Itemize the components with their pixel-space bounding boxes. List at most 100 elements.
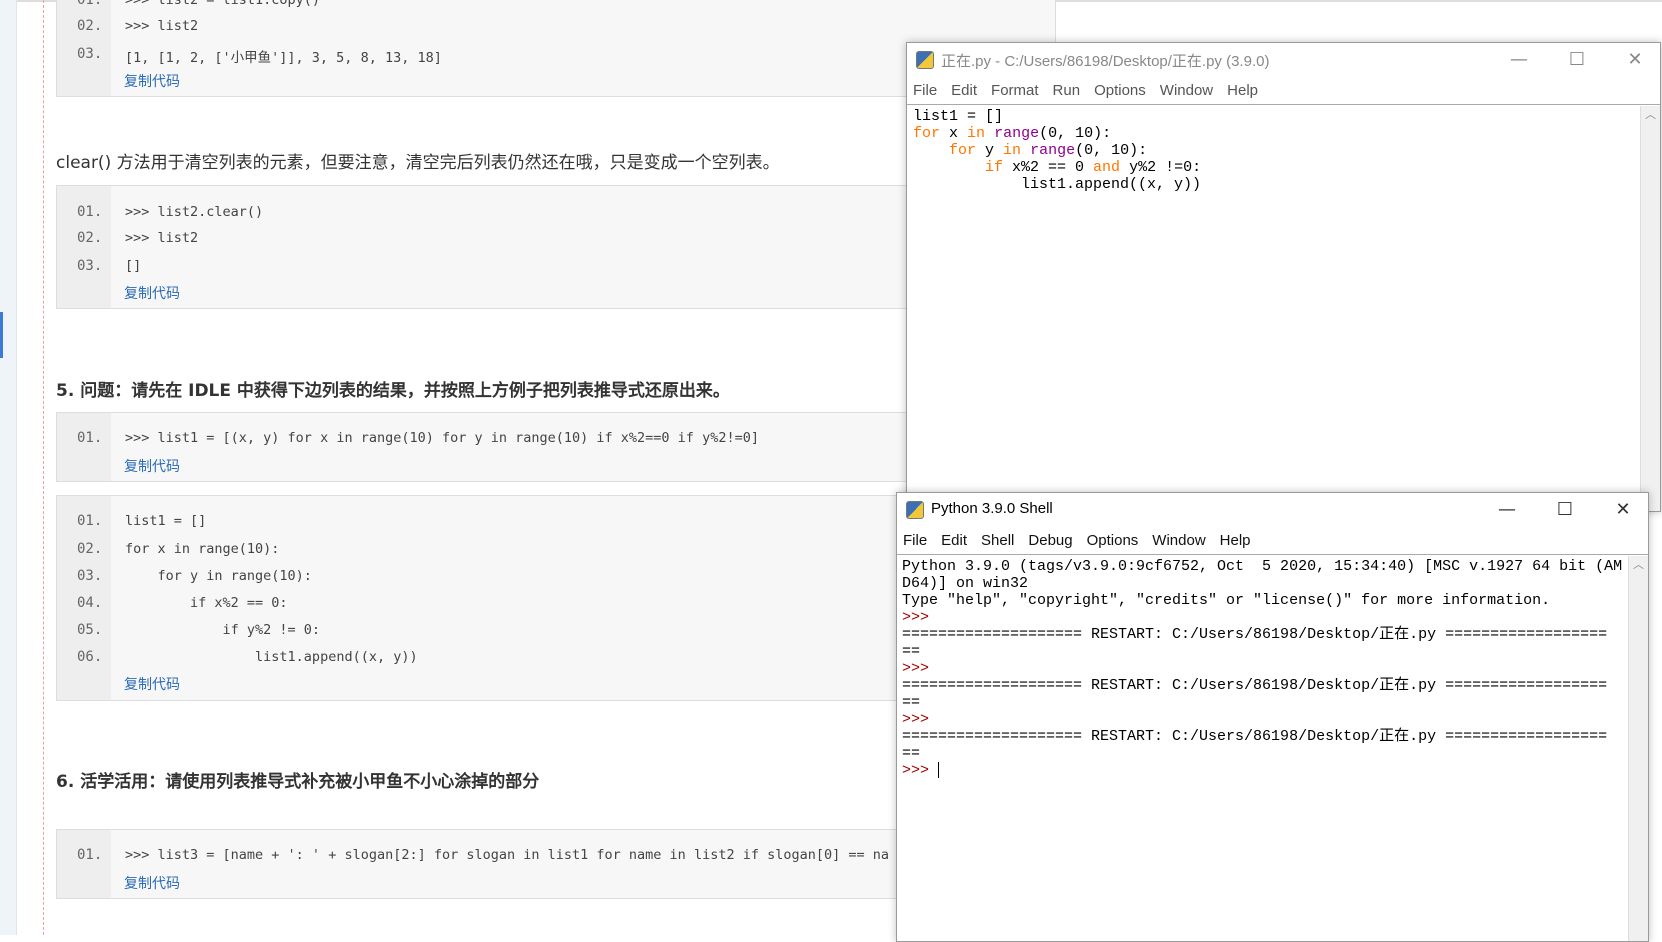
editor-line: if x%2 == 0 and y%2 !=0: (913, 159, 1201, 176)
shell-line: >>> (902, 660, 930, 677)
line-number: 05. (77, 622, 103, 638)
menu-shell[interactable]: Shell (981, 532, 1014, 549)
code-token: x (940, 125, 968, 142)
code-line: >>> list2 (125, 18, 199, 34)
idle-editor-window[interactable]: 正在.py - C:/Users/86198/Desktop/正在.py (3.… (906, 42, 1661, 512)
python-shell-window[interactable]: Python 3.9.0 Shell — ☐ ✕ File Edit Shell De… (896, 492, 1649, 942)
close-button[interactable]: ✕ (1600, 497, 1646, 523)
code-line: for x in range(10): (125, 541, 280, 557)
editor-line: list1.append((x, y)) (913, 176, 1201, 193)
code-line: list1 = [] (125, 513, 207, 529)
code-token: x%2 == 0 (1003, 159, 1094, 176)
line-number: 01. (77, 847, 103, 863)
copy-code-link[interactable]: 复制代码 (124, 674, 180, 694)
menu-format[interactable]: Format (991, 82, 1039, 99)
menu-help[interactable]: Help (1227, 82, 1258, 99)
code-line: [] (125, 258, 142, 274)
editor-scrollbar[interactable]: ︿ (1640, 106, 1660, 511)
editor-text-area[interactable]: list1 = [] for x in range(0, 10): for y i… (913, 108, 1201, 193)
line-number: 03. (77, 46, 103, 62)
shell-line: >>> (902, 711, 930, 728)
code-token: for (913, 125, 941, 142)
sidebar-active-marker (0, 312, 3, 358)
line-number: 03. (77, 568, 103, 584)
shell-line: ==================== RESTART: C:/Users/8… (902, 677, 1608, 694)
margin-guide (43, 0, 44, 935)
code-token: and (1093, 159, 1121, 176)
code-token: in (1003, 142, 1022, 159)
minimize-button[interactable]: — (1484, 497, 1530, 523)
heading-question-6: 6. 活学活用：请使用列表推导式补充被小甲鱼不小心涂掉的部分 (56, 772, 540, 792)
minimize-button[interactable]: — (1496, 47, 1542, 73)
editor-line: list1 = [] (913, 108, 1201, 125)
menu-file[interactable]: File (903, 532, 927, 549)
code-token: (0, 10): (1075, 142, 1148, 159)
menu-file[interactable]: File (913, 82, 937, 99)
code-line: >>> list2 (125, 230, 199, 246)
shell-title: Python 3.9.0 Shell (931, 500, 1053, 517)
clear-description: clear() 方法用于清空列表的元素，但要注意，清空完后列表仍然还在哦，只是变… (56, 153, 780, 173)
shell-prompt-line[interactable]: >>> (902, 762, 1622, 779)
code-line: if x%2 == 0: (125, 595, 288, 611)
menu-options[interactable]: Options (1094, 82, 1146, 99)
shell-line: ==================== RESTART: C:/Users/8… (902, 728, 1608, 745)
copy-code-link[interactable]: 复制代码 (124, 71, 180, 91)
editor-title-bar[interactable]: 正在.py - C:/Users/86198/Desktop/正在.py (3.… (907, 43, 1660, 77)
line-number-gutter (57, 413, 111, 481)
python-file-icon (916, 51, 934, 69)
shell-line: >>> (902, 609, 930, 626)
shell-scrollbar[interactable]: ︿ (1628, 556, 1648, 941)
code-token: y (976, 142, 1004, 159)
code-line: >>> list2 = list1.copy() (125, 0, 321, 8)
shell-line: D64)] on win32 (902, 575, 1029, 592)
line-number: 04. (77, 595, 103, 611)
editor-menu-bar: File Edit Format Run Options Window Help (907, 77, 1660, 105)
line-number: 06. (77, 649, 103, 665)
shell-line: Python 3.9.0 (tags/v3.9.0:9cf6752, Oct 5… (902, 558, 1623, 575)
shell-title-bar[interactable]: Python 3.9.0 Shell — ☐ ✕ (897, 493, 1648, 527)
scroll-up-icon[interactable]: ︿ (1633, 558, 1644, 571)
copy-code-link[interactable]: 复制代码 (124, 456, 180, 476)
code-token: list1 = [] (913, 108, 1004, 125)
code-token: for (949, 142, 977, 159)
menu-edit[interactable]: Edit (951, 82, 977, 99)
shell-line: ==================== RESTART: C:/Users/8… (902, 626, 1608, 643)
line-number: 01. (77, 430, 103, 446)
line-number: 01. (77, 513, 103, 529)
menu-edit[interactable]: Edit (941, 532, 967, 549)
close-button[interactable]: ✕ (1612, 47, 1658, 73)
line-number: 01. (77, 204, 103, 220)
shell-line: Type "help", "copyright", "credits" or "… (902, 592, 1551, 609)
menu-window[interactable]: Window (1152, 532, 1205, 549)
code-line: if y%2 != 0: (125, 622, 321, 638)
menu-help[interactable]: Help (1220, 532, 1251, 549)
code-line: for y in range(10): (125, 568, 312, 584)
code-line: list1.append((x, y)) (125, 649, 418, 665)
menu-debug[interactable]: Debug (1028, 532, 1072, 549)
line-number: 02. (77, 230, 103, 246)
scroll-up-icon[interactable]: ︿ (1645, 108, 1656, 121)
maximize-button[interactable]: ☐ (1554, 47, 1600, 73)
line-number: 02. (77, 18, 103, 34)
line-number: 02. (77, 541, 103, 557)
code-token: range (1030, 142, 1076, 159)
shell-output[interactable]: Python 3.9.0 (tags/v3.9.0:9cf6752, Oct 5… (902, 558, 1622, 779)
menu-options[interactable]: Options (1087, 532, 1139, 549)
code-token: y%2 !=0: (1120, 159, 1202, 176)
heading-question-5: 5. 问题：请先在 IDLE 中获得下边列表的结果，并按照上方例子把列表推导式还… (56, 381, 730, 401)
code-token: (0, 10): (1039, 125, 1112, 142)
copy-code-link[interactable]: 复制代码 (124, 283, 180, 303)
menu-window[interactable]: Window (1160, 82, 1213, 99)
maximize-button[interactable]: ☐ (1542, 497, 1588, 523)
line-number: 01. (77, 0, 103, 8)
code-line: >>> list2.clear() (125, 204, 264, 220)
code-token: range (994, 125, 1040, 142)
copy-code-link[interactable]: 复制代码 (124, 873, 180, 893)
code-token: list1.append((x, y)) (913, 176, 1202, 193)
code-token: in (967, 125, 986, 142)
python-shell-icon (906, 501, 924, 519)
menu-run[interactable]: Run (1053, 82, 1081, 99)
